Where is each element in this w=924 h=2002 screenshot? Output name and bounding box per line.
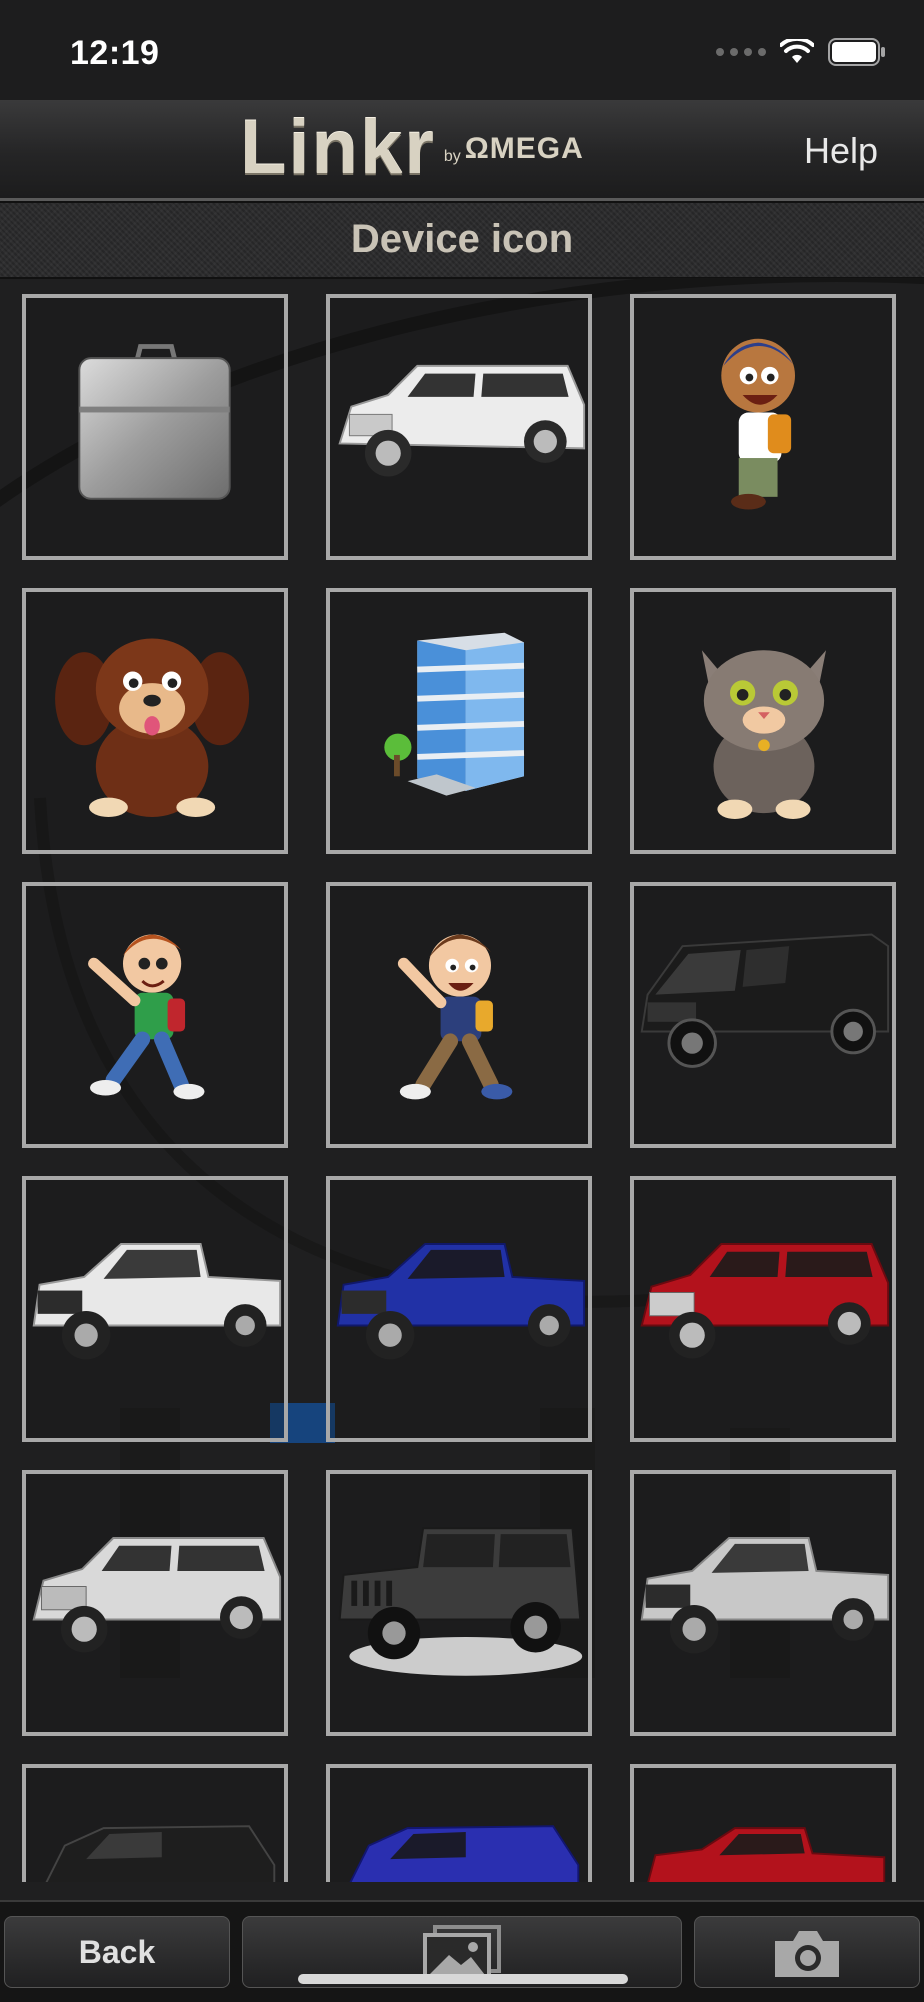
icon-tile-silver-suv[interactable]: [22, 1470, 288, 1736]
icon-tile-red-pickup[interactable]: [630, 1764, 896, 1882]
icon-tile-gray-jeep[interactable]: [326, 1470, 592, 1736]
bottom-toolbar: Back: [0, 1900, 924, 2002]
logo-by: by: [443, 148, 461, 165]
page-title: Device icon: [350, 217, 574, 261]
boy-blue-shirt-icon: [397, 934, 513, 1100]
red-pickup-icon: [647, 1827, 886, 1882]
icon-tile-boy-blue-shirt[interactable]: [326, 882, 592, 1148]
briefcase-icon: [78, 344, 231, 500]
cartoon-cat-icon: [701, 650, 827, 819]
gray-jeep-icon: [338, 1527, 583, 1676]
status-time: 12:19: [70, 34, 160, 72]
icon-tile-office-building[interactable]: [326, 588, 592, 854]
blue-pickup-icon: [336, 1243, 586, 1360]
cartoon-boy-icon: [721, 338, 796, 510]
help-button[interactable]: Help: [804, 130, 878, 172]
app-header: Linkr by ΩMEGA Help: [0, 100, 924, 201]
blue-suv-icon: [349, 1825, 580, 1882]
icon-tile-briefcase[interactable]: [22, 294, 288, 560]
icon-tile-white-pickup[interactable]: [22, 1176, 288, 1442]
icon-tile-black-suv[interactable]: [22, 1764, 288, 1882]
status-bar: 12:19: [0, 0, 924, 100]
black-suv-icon: [45, 1825, 276, 1882]
cellular-signal-icon: [716, 48, 766, 56]
photo-gallery-icon: [423, 1925, 501, 1981]
icon-tile-white-suv[interactable]: [326, 294, 592, 560]
back-button[interactable]: Back: [4, 1916, 230, 1988]
icon-tile-red-suv[interactable]: [630, 1176, 896, 1442]
icon-tile-cartoon-dog[interactable]: [22, 588, 288, 854]
icon-tile-cartoon-cat[interactable]: [630, 588, 896, 854]
icon-tile-blue-suv[interactable]: [326, 1764, 592, 1882]
battery-icon: [828, 38, 885, 66]
cartoon-dog-icon: [55, 638, 250, 818]
wifi-icon: [780, 39, 814, 63]
office-building-icon: [384, 632, 525, 796]
home-indicator: [298, 1974, 628, 1984]
red-suv-icon: [640, 1243, 890, 1359]
logo-brand: ΩMEGA: [464, 132, 584, 165]
camera-icon: [775, 1931, 839, 1977]
boy-green-shirt-icon: [88, 934, 205, 1100]
silver-suv-icon: [32, 1537, 282, 1653]
silver-pickup-icon: [640, 1537, 890, 1654]
icon-tile-boy-green-shirt[interactable]: [22, 882, 288, 1148]
linkr-logo: Linkr by ΩMEGA: [240, 108, 584, 188]
icon-tile-cartoon-boy[interactable]: [630, 294, 896, 560]
logo-wordmark: Linkr: [240, 105, 436, 190]
status-icons: [716, 38, 886, 66]
back-button-label: Back: [78, 1934, 156, 1970]
icon-tile-black-van[interactable]: [630, 882, 896, 1148]
white-pickup-icon: [32, 1243, 282, 1360]
title-band: Device icon: [0, 201, 924, 279]
black-van-icon: [640, 933, 890, 1068]
camera-button[interactable]: [694, 1916, 920, 1988]
icon-tile-silver-pickup[interactable]: [630, 1470, 896, 1736]
icon-tile-blue-pickup[interactable]: [326, 1176, 592, 1442]
device-icon-grid: [0, 278, 924, 1882]
white-suv-icon: [338, 364, 586, 477]
